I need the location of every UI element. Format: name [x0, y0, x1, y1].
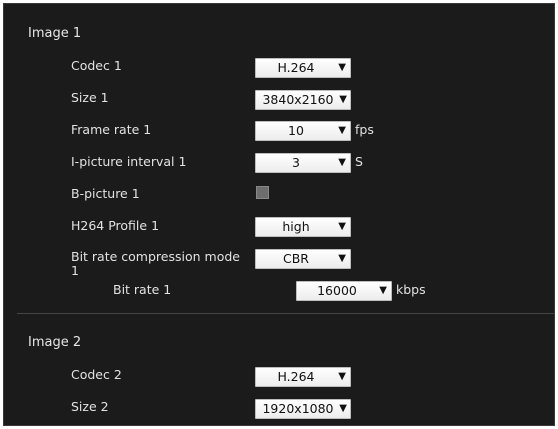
b-picture-1-label: B-picture 1: [71, 186, 140, 201]
size-2-select[interactable]: 1920x1080 ▼: [255, 399, 351, 419]
codec-1-select[interactable]: H.264 ▼: [255, 58, 351, 78]
i-picture-interval-1-label: I-picture interval 1: [71, 154, 187, 169]
chevron-down-icon: ▼: [338, 157, 346, 168]
codec-2-select[interactable]: H.264 ▼: [255, 367, 351, 387]
size-1-label: Size 1: [71, 90, 109, 105]
chevron-down-icon: ▼: [339, 403, 347, 414]
codec-2-label: Codec 2: [71, 367, 122, 382]
h264-profile-1-value: high: [282, 219, 310, 234]
i-picture-interval-1-value: 3: [292, 155, 300, 170]
bit-rate-compression-mode-1-select[interactable]: CBR ▼: [255, 249, 351, 269]
size-1-value: 3840x2160: [262, 92, 334, 107]
chevron-down-icon: ▼: [379, 285, 387, 296]
video-codec-settings-panel: Image 1 Codec 1 H.264 ▼ Size 1 3840x2160…: [3, 3, 555, 426]
i-picture-interval-1-select[interactable]: 3 ▼: [255, 153, 351, 173]
size-2-value: 1920x1080: [262, 401, 334, 416]
size-2-label: Size 2: [71, 399, 109, 414]
h264-profile-1-label: H264 Profile 1: [71, 218, 160, 233]
section-divider: [17, 313, 554, 314]
frame-rate-unit: fps: [355, 122, 374, 137]
chevron-down-icon: ▼: [338, 253, 346, 264]
bit-rate-compression-mode-1-label-line2: 1: [71, 263, 79, 278]
bit-rate-1-value: 16000: [317, 283, 357, 298]
i-picture-interval-unit: S: [355, 154, 363, 169]
bit-rate-compression-mode-1-value: CBR: [283, 251, 309, 266]
bit-rate-compression-mode-1-label-line1: Bit rate compression mode: [71, 249, 240, 264]
chevron-down-icon: ▼: [338, 371, 346, 382]
codec-1-value: H.264: [277, 60, 315, 75]
h264-profile-1-select[interactable]: high ▼: [255, 217, 351, 237]
b-picture-1-checkbox[interactable]: [256, 186, 269, 199]
frame-rate-1-label: Frame rate 1: [71, 122, 152, 137]
chevron-down-icon: ▼: [338, 125, 346, 136]
chevron-down-icon: ▼: [338, 62, 346, 73]
chevron-down-icon: ▼: [338, 221, 346, 232]
image-1-section-title: Image 1: [28, 26, 82, 41]
chevron-down-icon: ▼: [339, 94, 347, 105]
frame-rate-1-select[interactable]: 10 ▼: [255, 121, 351, 141]
bit-rate-1-label: Bit rate 1: [113, 282, 172, 297]
bit-rate-unit: kbps: [396, 282, 426, 297]
codec-1-label: Codec 1: [71, 58, 122, 73]
image-2-section-title: Image 2: [28, 335, 82, 350]
size-1-select[interactable]: 3840x2160 ▼: [255, 90, 351, 110]
codec-2-value: H.264: [277, 369, 315, 384]
bit-rate-1-select[interactable]: 16000 ▼: [296, 281, 392, 301]
frame-rate-1-value: 10: [288, 123, 304, 138]
